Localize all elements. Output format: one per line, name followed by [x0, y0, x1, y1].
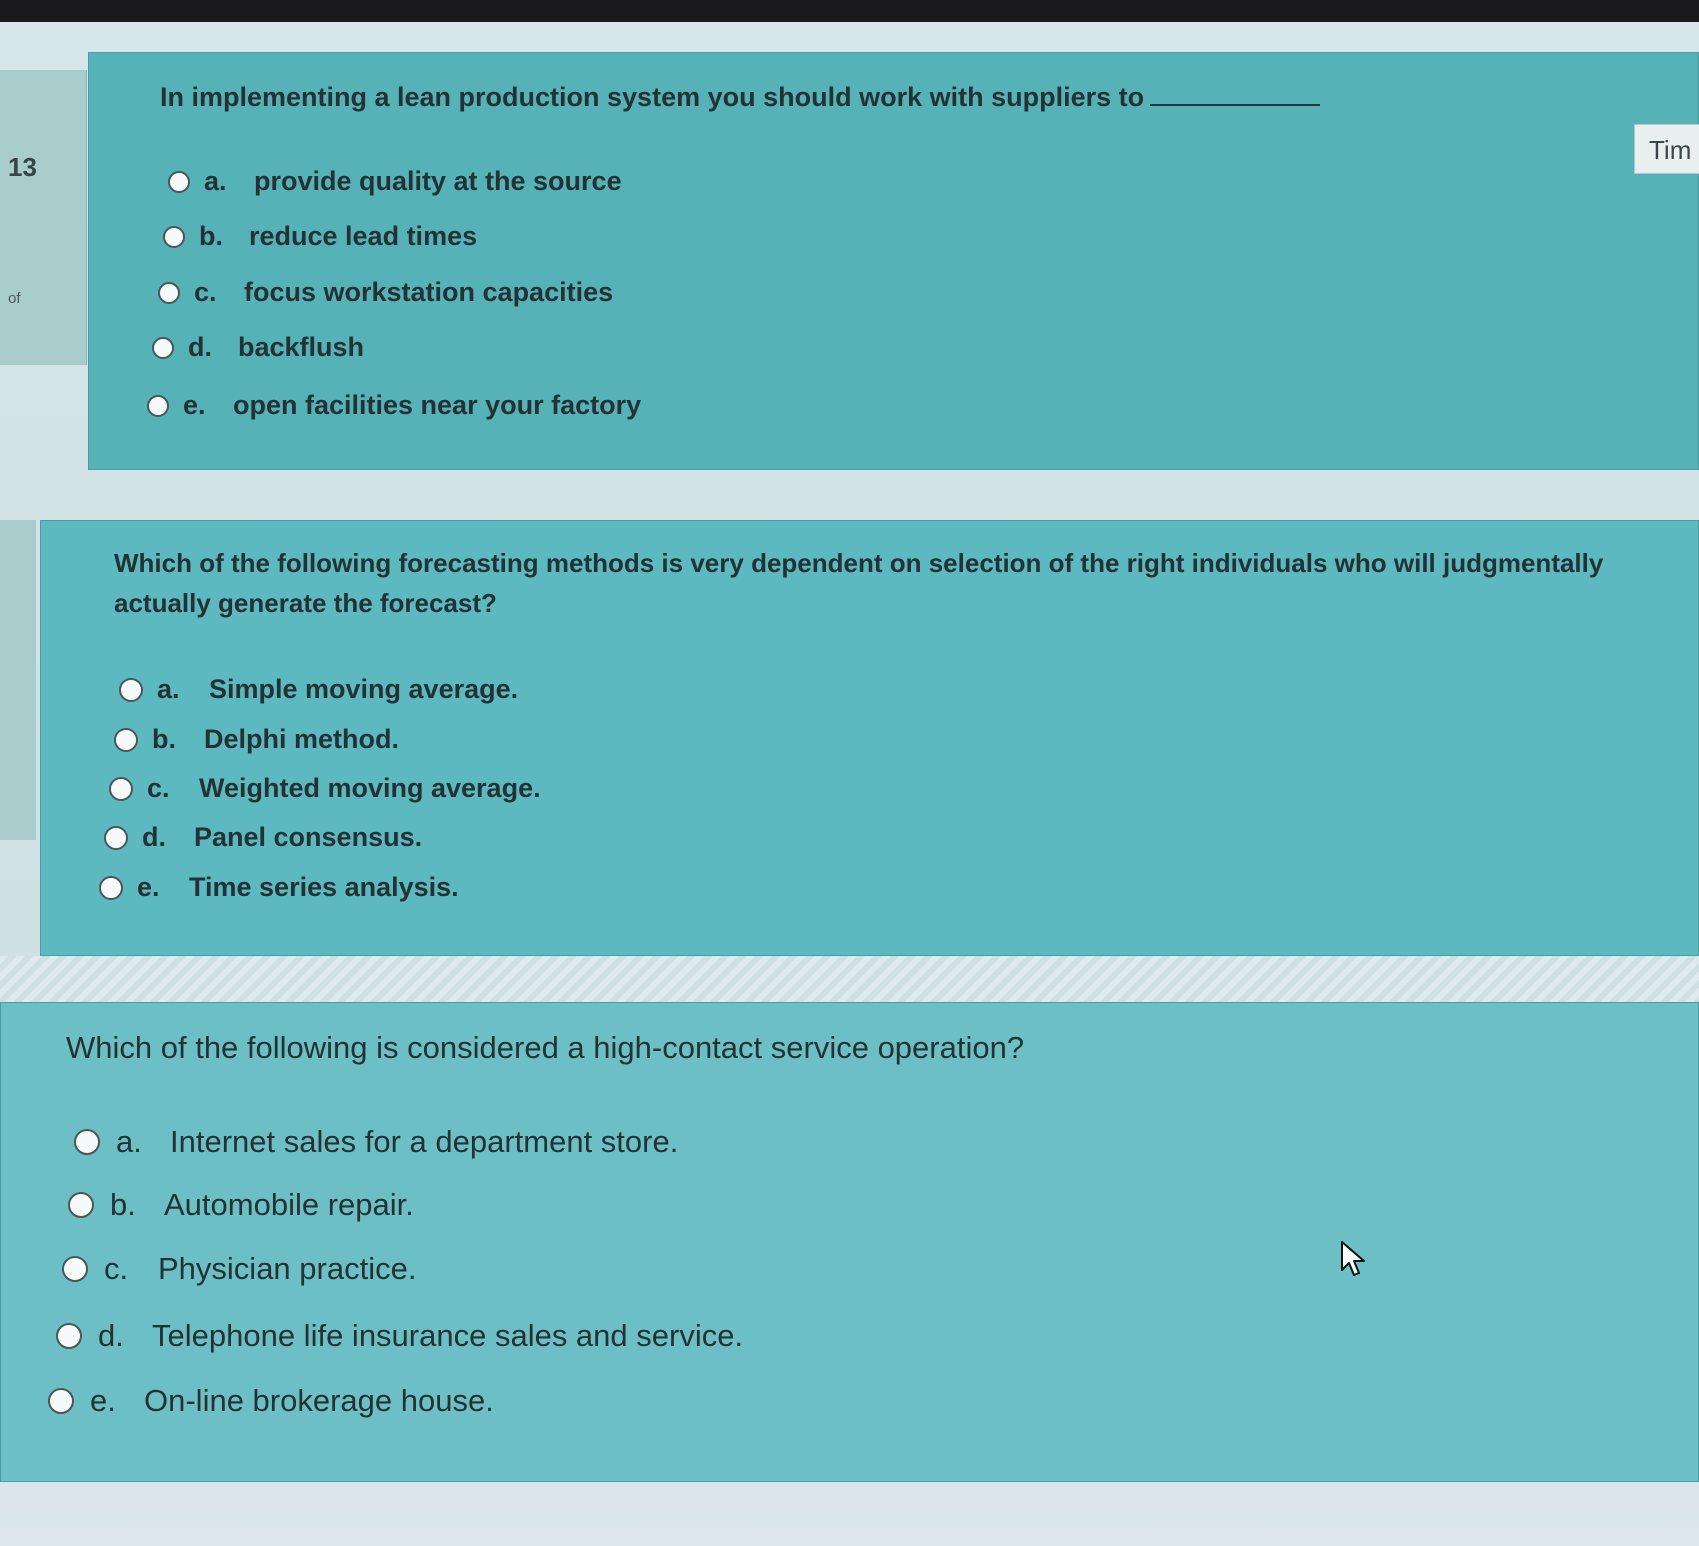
question-info-label: of: [8, 290, 21, 307]
option-letter: a.: [204, 166, 227, 196]
radio-unselected-icon[interactable]: [152, 336, 174, 359]
radio-unselected-icon[interactable]: [99, 875, 123, 900]
option-1d[interactable]: d. backflush: [152, 332, 364, 363]
option-label: Weighted moving average.: [199, 773, 541, 803]
option-1b[interactable]: b. reduce lead times: [163, 221, 477, 252]
option-2e[interactable]: e. Time series analysis.: [99, 872, 459, 903]
option-label: Time series analysis.: [189, 872, 459, 902]
question-info-panel-2: [0, 520, 36, 840]
option-label: Panel consensus.: [194, 822, 423, 852]
option-letter: c.: [104, 1251, 129, 1286]
radio-unselected-icon[interactable]: [119, 677, 143, 702]
option-letter: e.: [137, 872, 160, 902]
option-letter: e.: [183, 390, 206, 420]
question-text-2: Which of the following forecasting metho…: [114, 548, 1604, 618]
option-label: focus workstation capacities: [244, 277, 614, 307]
option-label: Physician practice.: [158, 1251, 417, 1286]
option-letter: e.: [90, 1383, 116, 1418]
option-letter: c.: [194, 277, 217, 307]
option-1a[interactable]: a. provide quality at the source: [168, 166, 622, 197]
option-label: Internet sales for a department store.: [170, 1124, 679, 1159]
question-info-panel: 13 of: [0, 70, 87, 365]
option-letter: a.: [116, 1124, 142, 1159]
quiz-page: 13 of Tim In implementing a lean product…: [0, 0, 1699, 1546]
option-label: Automobile repair.: [164, 1187, 414, 1222]
option-3a[interactable]: a. Internet sales for a department store…: [74, 1124, 678, 1160]
option-label: Telephone life insurance sales and servi…: [152, 1318, 744, 1353]
option-label: Simple moving average.: [209, 674, 519, 704]
option-letter: a.: [157, 674, 180, 704]
option-letter: c.: [147, 773, 170, 803]
question-text-1: In implementing a lean production system…: [160, 82, 1321, 113]
option-label: Delphi method.: [204, 724, 399, 754]
radio-unselected-icon[interactable]: [56, 1323, 82, 1349]
option-label: On-line brokerage house.: [144, 1383, 494, 1418]
option-2c[interactable]: c. Weighted moving average.: [109, 773, 541, 804]
answer-blank: [1150, 88, 1321, 106]
option-3e[interactable]: e. On-line brokerage house.: [48, 1383, 494, 1419]
radio-unselected-icon[interactable]: [114, 727, 138, 752]
option-letter: d.: [98, 1318, 124, 1353]
radio-unselected-icon[interactable]: [62, 1256, 88, 1282]
radio-unselected-icon[interactable]: [168, 170, 190, 193]
option-label: provide quality at the source: [254, 166, 622, 196]
question-number: 13: [8, 152, 37, 182]
page-background-separator: [0, 956, 1699, 1002]
top-bezel: [0, 0, 1699, 22]
radio-unselected-icon[interactable]: [74, 1129, 100, 1155]
option-letter: b.: [152, 724, 176, 754]
radio-unselected-icon[interactable]: [68, 1192, 94, 1218]
option-3d[interactable]: d. Telephone life insurance sales and se…: [56, 1318, 743, 1354]
option-label: open facilities near your factory: [233, 390, 642, 420]
option-3b[interactable]: b. Automobile repair.: [68, 1187, 414, 1223]
question-text-3: Which of the following is considered a h…: [66, 1030, 1025, 1065]
option-2b[interactable]: b. Delphi method.: [114, 724, 399, 755]
radio-unselected-icon[interactable]: [147, 394, 169, 417]
radio-unselected-icon[interactable]: [158, 281, 180, 304]
radio-unselected-icon[interactable]: [163, 225, 185, 248]
timer-tab[interactable]: Tim: [1634, 124, 1699, 174]
option-1c[interactable]: c. focus workstation capacities: [158, 277, 613, 308]
radio-unselected-icon[interactable]: [104, 825, 128, 850]
radio-unselected-icon[interactable]: [109, 776, 133, 801]
option-3c[interactable]: c. Physician practice.: [62, 1251, 416, 1287]
option-2d[interactable]: d. Panel consensus.: [104, 822, 422, 853]
radio-unselected-icon[interactable]: [48, 1388, 74, 1414]
option-2a[interactable]: a. Simple moving average.: [119, 674, 518, 705]
mouse-pointer-icon: [1341, 1241, 1365, 1276]
option-label: reduce lead times: [249, 221, 478, 251]
option-label: backflush: [238, 332, 365, 362]
option-letter: b.: [110, 1187, 136, 1222]
option-letter: d.: [188, 332, 212, 362]
option-1e[interactable]: e. open facilities near your factory: [147, 390, 641, 421]
option-letter: d.: [142, 822, 166, 852]
option-letter: b.: [199, 221, 223, 251]
